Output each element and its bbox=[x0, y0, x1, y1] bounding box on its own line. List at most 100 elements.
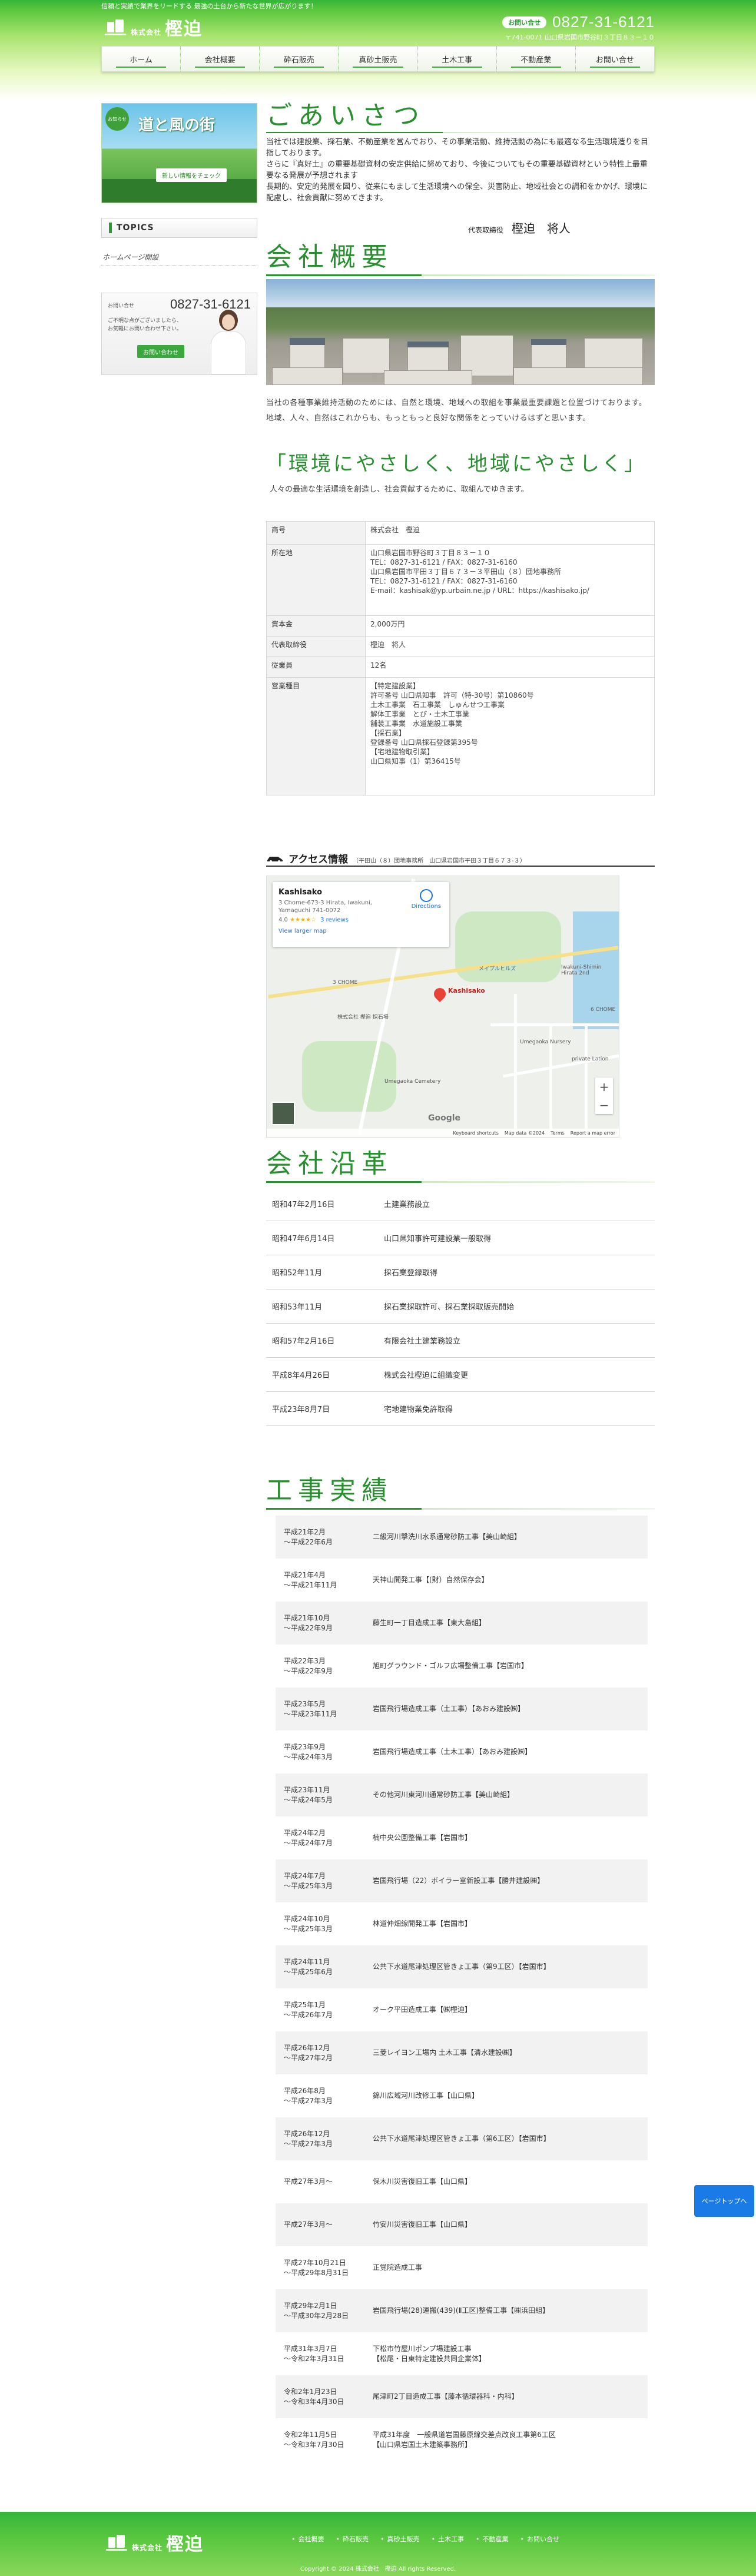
work-project: 岩国飛行場造成工事（土工事）【あおみ建設㈱】 bbox=[373, 1705, 525, 1713]
work-project: 三菱レイヨン工場内 土木工事【清水建設㈱】 bbox=[373, 2048, 516, 2057]
google-map[interactable]: Kashisako 3 Chome-673-3 Hirata, Iwakuni,… bbox=[266, 876, 619, 1138]
staff-avatar bbox=[205, 304, 252, 374]
list-item: 昭和52年11月 採石業登録取得 bbox=[266, 1255, 655, 1289]
footer-nav-real-estate[interactable]: 不動産業 bbox=[476, 2534, 509, 2544]
work-period: 平成26年8月 〜平成27年3月 bbox=[284, 2086, 333, 2105]
row-value: 2,000万円 bbox=[365, 615, 655, 636]
map-pin-icon[interactable] bbox=[431, 985, 449, 1003]
footer-nav-masado[interactable]: 真砂土販売 bbox=[380, 2534, 420, 2544]
nav-contact[interactable]: お問い合せ bbox=[576, 47, 654, 71]
topics-link[interactable]: ホームページ開設 bbox=[102, 252, 158, 262]
work-period: 平成21年2月 〜平成22年6月 bbox=[284, 1527, 333, 1546]
nav-real-estate[interactable]: 不動産業 bbox=[497, 47, 576, 71]
work-project: オーク平田造成工事【㈱樫迫】 bbox=[373, 2005, 472, 2014]
footer-nav-company[interactable]: 会社概要 bbox=[291, 2534, 324, 2544]
zoom-out-button[interactable]: − bbox=[595, 1096, 613, 1114]
global-nav: ホーム 会社概要 砕石販売 真砂土販売 土木工事 不動産業 お問い合せ bbox=[101, 46, 655, 72]
work-period: 平成21年10月 〜平成22年9月 bbox=[284, 1613, 333, 1632]
map-label: Iwakuni-Shimin Hirata 2nd bbox=[561, 964, 602, 976]
table-row: 商号 株式会社 樫迫 bbox=[266, 521, 655, 545]
list-item: 昭和53年11月 採石業採取許可、採石業採取販売開始 bbox=[266, 1289, 655, 1324]
page-top-button[interactable]: ページトップへ bbox=[694, 2185, 754, 2217]
greeting-title: ごあいさつ bbox=[266, 101, 425, 131]
sidebar-contact-text: ご不明な点がございましたら、お気軽にお問い合わせ下さい。 bbox=[108, 318, 183, 332]
car-icon bbox=[267, 857, 283, 863]
sidebar-banner[interactable]: お知らせ 道と風の街 新しい情報をチェック bbox=[101, 103, 257, 203]
row-value: 樫迫 将人 bbox=[365, 636, 655, 657]
work-project: 尾津町2丁目造成工事【藤本循環器科・内科】 bbox=[373, 2392, 519, 2401]
logo-mark-icon bbox=[105, 18, 126, 36]
list-item: 平成24年7月 〜平成25年3月 岩国飛行場（22）ボイラー室新設工事【勝井建設㈱… bbox=[276, 1859, 648, 1902]
list-item: 平成21年2月 〜平成22年6月 二級河川撃洗川水系通常砂防工事【美山崎組】 bbox=[276, 1516, 648, 1559]
reviews-link[interactable]: 3 reviews bbox=[320, 917, 349, 923]
map-footer-item[interactable]: Keyboard shortcuts bbox=[453, 1130, 498, 1136]
work-period: 平成26年12月 〜平成27年2月 bbox=[284, 2043, 333, 2062]
rating-value: 4.0 bbox=[278, 917, 288, 923]
map-footer: Keyboard shortcuts Map data ©2024 Terms … bbox=[267, 1129, 619, 1137]
list-item: 平成24年2月 〜平成24年7月 楠中央公園整備工事【岩国市】 bbox=[276, 1816, 648, 1859]
list-item: 平成23年8月7日 宅地建物業免許取得 bbox=[266, 1392, 655, 1426]
site-logo[interactable]: 株式会社 樫迫 bbox=[105, 15, 203, 39]
row-key: 資本金 bbox=[266, 615, 366, 636]
site-footer: 株式会社樫迫 会社概要 砕石販売 真砂土販売 土木工事 不動産業 お問い合せ C… bbox=[0, 2512, 756, 2576]
list-item: 平成8年4月26日 株式会社樫迫に組織変更 bbox=[266, 1358, 655, 1392]
list-item: 平成27年3月〜 保木川災害復旧工事【山口県】 bbox=[276, 2160, 648, 2203]
greeting-underline bbox=[266, 132, 619, 133]
directions-button[interactable]: Directions bbox=[412, 889, 441, 910]
header-phone[interactable]: 0827-31-6121 bbox=[552, 13, 655, 31]
map-label: 6 CHOME bbox=[591, 1007, 616, 1013]
zoom-in-button[interactable]: + bbox=[595, 1078, 613, 1096]
work-period: 平成24年10月 〜平成25年3月 bbox=[284, 1914, 333, 1933]
work-project: その他河川東河川通常砂防工事【美山崎組】 bbox=[373, 1791, 515, 1799]
works-list: 平成21年2月 〜平成22年6月 二級河川撃洗川水系通常砂防工事【美山崎組】 平成2… bbox=[276, 1516, 648, 2461]
sidebar-contact-button[interactable]: お問い合わせ bbox=[137, 345, 184, 358]
works-underline bbox=[266, 1508, 655, 1510]
header-contact: お問い合せ 0827-31-6121 〒741-0071 山口県岩国市野谷町３丁… bbox=[502, 13, 655, 42]
footer-nav-contact[interactable]: お問い合せ bbox=[520, 2534, 559, 2544]
list-item: 平成23年5月 〜平成23年11月 岩国飛行場造成工事（土工事）【あおみ建設㈱】 bbox=[276, 1688, 648, 1730]
map-place-rating: 4.0 ★★★★☆ 3 reviews bbox=[278, 917, 443, 923]
footer-nav-crushed-stone[interactable]: 砕石販売 bbox=[336, 2534, 369, 2544]
nav-masado[interactable]: 真砂土販売 bbox=[339, 47, 418, 71]
view-larger-map-link[interactable]: View larger map bbox=[278, 928, 443, 934]
list-item: 平成21年4月 〜平成21年11月 天神山開発工事【(財）自然保存会】 bbox=[276, 1559, 648, 1602]
footer-nav: 会社概要 砕石販売 真砂土販売 土木工事 不動産業 お問い合せ bbox=[291, 2534, 560, 2544]
work-period: 平成27年3月〜 bbox=[284, 2177, 333, 2186]
work-project: 林道仲畑線開発工事【岩国市】 bbox=[373, 1919, 472, 1928]
work-period: 平成21年4月 〜平成21年11月 bbox=[284, 1570, 337, 1589]
work-project: 二級河川撃洗川水系通常砂防工事【美山崎組】 bbox=[373, 1533, 522, 1541]
nav-company[interactable]: 会社概要 bbox=[181, 47, 260, 71]
work-project: 藤生町一丁目造成工事【東大島組】 bbox=[373, 1619, 486, 1627]
nav-civil-engineering[interactable]: 土木工事 bbox=[418, 47, 497, 71]
history-event: 宅地建物業免許取得 bbox=[384, 1405, 453, 1414]
row-value: 【特定建設業】 許可番号 山口県知事 許可（特-30号）第10860号 土木工事… bbox=[365, 677, 655, 795]
history-event: 採石業採取許可、採石業採取販売開始 bbox=[384, 1303, 515, 1312]
map-place-card: Kashisako 3 Chome-673-3 Hirata, Iwakuni,… bbox=[273, 882, 449, 947]
directions-icon bbox=[419, 889, 433, 902]
footer-nav-civil-engineering[interactable]: 土木工事 bbox=[432, 2534, 464, 2544]
history-list: 昭和47年2月16日 土建業務設立 昭和47年6月14日 山口県知事許可建設業一般取… bbox=[266, 1187, 655, 1426]
sidebar-contact-banner[interactable]: お問い合せ 0827-31-6121 ご不明な点がございましたら、お気軽にお問い… bbox=[101, 293, 257, 375]
map-satellite-toggle[interactable] bbox=[271, 1102, 295, 1125]
map-footer-item[interactable]: Terms bbox=[551, 1130, 565, 1136]
google-logo: Google bbox=[428, 1113, 461, 1123]
map-pin-label: Kashisako bbox=[448, 987, 485, 994]
map-footer-item[interactable]: Report a map error bbox=[571, 1130, 615, 1136]
history-date: 昭和47年6月14日 bbox=[272, 1235, 335, 1244]
map-label: Umegaoka Cemetery bbox=[384, 1079, 441, 1085]
contact-badge[interactable]: お問い合せ bbox=[502, 16, 547, 28]
footer-logo[interactable]: 株式会社 樫迫 bbox=[106, 2529, 204, 2555]
banner-hill-graphic bbox=[102, 179, 257, 203]
list-item: 平成27年3月〜 竹安川災害復旧工事【山口県】 bbox=[276, 2203, 648, 2246]
topics-divider bbox=[101, 265, 257, 266]
nav-home[interactable]: ホーム bbox=[102, 47, 181, 71]
list-item: 昭和57年2月16日 有限会社土建業務設立 bbox=[266, 1324, 655, 1358]
table-row: 営業種目 【特定建設業】 許可番号 山口県知事 許可（特-30号）第10860号… bbox=[266, 677, 655, 795]
work-period: 平成29年2月1日 〜平成30年2月28日 bbox=[284, 2301, 349, 2320]
work-period: 平成26年12月 〜平成27年3月 bbox=[284, 2129, 333, 2148]
list-item: 令和2年11月5日 〜令和3年7月30日 平成31年度 一般県道岩国藤原線交差点改… bbox=[276, 2418, 648, 2461]
greeting-body: 当社では建設業、採石業、不動産業を営んでおり、その事業活動、維持活動の為にも最適… bbox=[266, 138, 648, 203]
work-project: 保木川災害復旧工事【山口県】 bbox=[373, 2177, 472, 2186]
nav-crushed-stone[interactable]: 砕石販売 bbox=[260, 47, 339, 71]
work-project: 正覚院造成工事 bbox=[373, 2263, 423, 2272]
